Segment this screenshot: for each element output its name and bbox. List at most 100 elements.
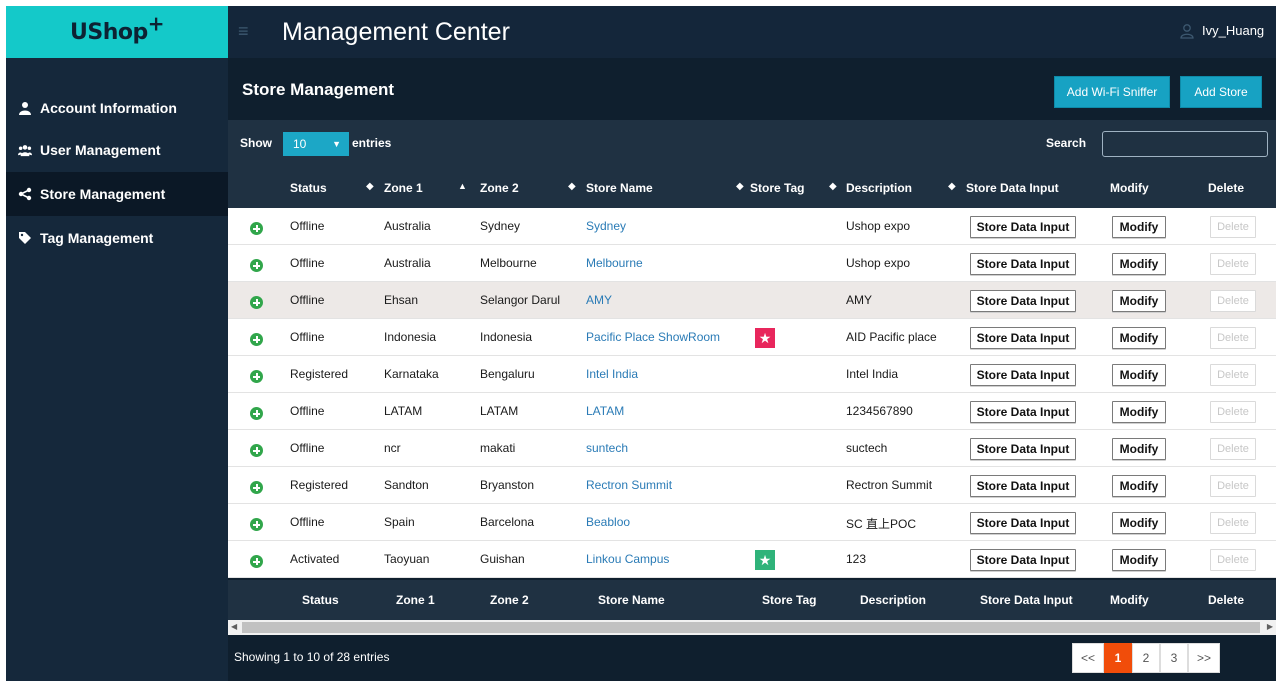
store-name-link[interactable]: Beabloo [586, 515, 630, 529]
sidebar-item-store-management[interactable]: Store Management [6, 172, 228, 216]
column-header-zone-2[interactable]: Zone 2 [480, 181, 519, 195]
sidebar-item-account-information[interactable]: Account Information [6, 86, 228, 130]
store-data-input-button[interactable]: Store Data Input [970, 216, 1076, 238]
sort-icon[interactable]: ◆ [366, 181, 374, 192]
pagination: << 1 2 3 >> [1072, 643, 1221, 673]
modify-button[interactable]: Modify [1112, 475, 1166, 497]
modify-button[interactable]: Modify [1112, 327, 1166, 349]
store-name-link[interactable]: Sydney [586, 219, 626, 233]
delete-button[interactable]: Delete [1210, 364, 1256, 386]
store-name-link[interactable]: Intel India [586, 367, 638, 381]
expand-row-icon[interactable] [250, 518, 263, 531]
table-footer: Status Zone 1 Zone 2 Store Name Store Ta… [228, 580, 1276, 620]
table-row: Registered Sandton Bryanston Rectron Summit… [228, 467, 1276, 504]
column-header-store-tag[interactable]: Store Tag [750, 181, 804, 195]
store-data-input-button[interactable]: Store Data Input [970, 438, 1076, 460]
zone-1-cell: Indonesia [384, 330, 437, 344]
store-data-input-button[interactable]: Store Data Input [970, 512, 1076, 534]
status-cell: Offline [290, 441, 325, 455]
expand-row-icon[interactable] [250, 407, 263, 420]
modify-button[interactable]: Modify [1112, 401, 1166, 423]
column-header-status[interactable]: Status [290, 181, 327, 195]
column-header-store-name[interactable]: Store Name [586, 181, 653, 195]
delete-button[interactable]: Delete [1210, 475, 1256, 497]
column-header-zone-1[interactable]: Zone 1 [384, 181, 423, 195]
sidebar-item-label: Tag Management [40, 230, 154, 246]
expand-row-icon[interactable] [250, 259, 263, 272]
sort-icon[interactable]: ◆ [829, 181, 837, 192]
add-wifi-sniffer-button[interactable]: Add Wi-Fi Sniffer [1054, 76, 1170, 108]
store-name-link[interactable]: Linkou Campus [586, 552, 669, 566]
store-name-link[interactable]: Melbourne [586, 256, 643, 270]
modify-button[interactable]: Modify [1112, 549, 1166, 571]
sort-icon[interactable]: ◆ [568, 181, 576, 192]
page-last-button[interactable]: >> [1188, 643, 1221, 673]
page-title: Store Management [242, 80, 395, 99]
page-2-button[interactable]: 2 [1132, 643, 1161, 673]
store-data-input-button[interactable]: Store Data Input [970, 327, 1076, 349]
status-cell: Offline [290, 293, 325, 307]
app-frame: UShop+ ≡ Management Center Ivy_Huang Acc… [6, 6, 1276, 681]
expand-row-icon[interactable] [250, 481, 263, 494]
modify-button[interactable]: Modify [1112, 512, 1166, 534]
store-data-input-button[interactable]: Store Data Input [970, 549, 1076, 571]
sort-asc-icon[interactable]: ▲ [458, 181, 467, 191]
zone-2-cell: Bryanston [480, 478, 535, 492]
column-header-description[interactable]: Description [846, 181, 912, 195]
status-cell: Registered [290, 478, 349, 492]
horizontal-scrollbar[interactable]: ◀ ▶ [228, 620, 1276, 635]
zone-2-cell: Sydney [480, 219, 521, 233]
menu-toggle-icon[interactable]: ≡ [238, 21, 249, 42]
user-name[interactable]: Ivy_Huang [1202, 23, 1264, 38]
status-cell: Activated [290, 552, 340, 566]
store-name-link[interactable]: LATAM [586, 404, 624, 418]
add-store-button[interactable]: Add Store [1180, 76, 1262, 108]
store-name-link[interactable]: suntech [586, 441, 628, 455]
store-name-link[interactable]: Rectron Summit [586, 478, 672, 492]
modify-button[interactable]: Modify [1112, 438, 1166, 460]
sort-icon[interactable]: ◆ [948, 181, 956, 192]
expand-row-icon[interactable] [250, 222, 263, 235]
store-data-input-button[interactable]: Store Data Input [970, 290, 1076, 312]
modify-button[interactable]: Modify [1112, 216, 1166, 238]
store-data-input-button[interactable]: Store Data Input [970, 401, 1076, 423]
search-input[interactable] [1102, 131, 1268, 157]
expand-row-icon[interactable] [250, 296, 263, 309]
scroll-right-icon[interactable]: ▶ [1267, 622, 1273, 631]
description-cell: Intel India [846, 367, 899, 381]
app-title: Management Center [282, 18, 510, 46]
delete-button[interactable]: Delete [1210, 253, 1256, 275]
sort-icon[interactable]: ◆ [736, 181, 744, 192]
expand-row-icon[interactable] [250, 370, 263, 383]
star-tag-icon: ★ [755, 550, 775, 570]
delete-button[interactable]: Delete [1210, 327, 1256, 349]
store-name-link[interactable]: AMY [586, 293, 612, 307]
page-3-button[interactable]: 3 [1160, 643, 1189, 673]
page-first-button[interactable]: << [1072, 643, 1105, 673]
entries-label: entries [352, 136, 392, 150]
store-data-input-button[interactable]: Store Data Input [970, 364, 1076, 386]
expand-row-icon[interactable] [250, 333, 263, 346]
expand-row-icon[interactable] [250, 555, 263, 568]
logo[interactable]: UShop+ [6, 6, 228, 58]
store-data-input-button[interactable]: Store Data Input [970, 253, 1076, 275]
delete-button[interactable]: Delete [1210, 512, 1256, 534]
sidebar-item-user-management[interactable]: User Management [6, 128, 228, 172]
modify-button[interactable]: Modify [1112, 253, 1166, 275]
page-1-button[interactable]: 1 [1104, 643, 1133, 673]
store-data-input-button[interactable]: Store Data Input [970, 475, 1076, 497]
modify-button[interactable]: Modify [1112, 290, 1166, 312]
scrollbar-thumb[interactable] [242, 622, 1260, 633]
table-info: Showing 1 to 10 of 28 entries [234, 650, 390, 664]
delete-button[interactable]: Delete [1210, 549, 1256, 571]
delete-button[interactable]: Delete [1210, 290, 1256, 312]
delete-button[interactable]: Delete [1210, 438, 1256, 460]
page-size-select[interactable]: 10 ▼ [283, 132, 349, 156]
store-name-link[interactable]: Pacific Place ShowRoom [586, 330, 720, 344]
expand-row-icon[interactable] [250, 444, 263, 457]
scroll-left-icon[interactable]: ◀ [231, 622, 237, 631]
delete-button[interactable]: Delete [1210, 216, 1256, 238]
delete-button[interactable]: Delete [1210, 401, 1256, 423]
sidebar-item-tag-management[interactable]: Tag Management [6, 216, 228, 260]
modify-button[interactable]: Modify [1112, 364, 1166, 386]
